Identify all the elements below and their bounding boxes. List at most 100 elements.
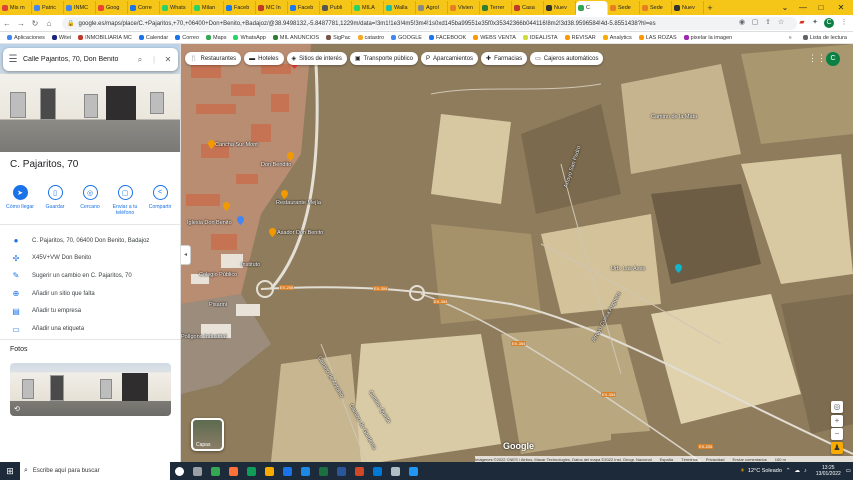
info-row[interactable]: ✣ X45V+VW Don Benito xyxy=(0,251,180,266)
browser-tab[interactable]: Casa xyxy=(512,1,544,14)
chip-transporte-p-blico[interactable]: ▣ Transporte público xyxy=(349,52,418,65)
action-bookmark[interactable]: ▯ Guardar xyxy=(39,185,71,216)
address-bar[interactable]: 🔒 google.es/maps/place/C.+Pajaritos,+70,… xyxy=(62,17,797,30)
file-explorer-icon[interactable] xyxy=(260,462,278,480)
attribution-item[interactable]: 100 m xyxy=(775,457,786,462)
browser-tab[interactable]: Walla xyxy=(384,1,416,14)
action-nearby[interactable]: ◎ Cercano xyxy=(74,185,106,216)
bookmark-item[interactable]: INMOBILIARIA MC xyxy=(78,35,132,41)
bookmark-item[interactable]: Correo xyxy=(175,35,199,41)
info-row[interactable]: ▤ Añadir tu empresa xyxy=(0,304,180,319)
browser-tab[interactable]: C xyxy=(576,1,608,15)
firefox-icon[interactable] xyxy=(224,462,242,480)
bookmark-item[interactable]: MIL ANUNCIOS xyxy=(272,35,319,41)
chip-cajeros-autom-ticos[interactable]: ▭ Cajeros automáticos xyxy=(530,52,604,65)
bookmark-star-icon[interactable]: ☆ xyxy=(776,18,786,28)
edge-icon[interactable] xyxy=(242,462,260,480)
restaurant-pin-icon[interactable] xyxy=(223,202,230,211)
browser-tab[interactable]: Nuev xyxy=(672,1,704,14)
map-label[interactable]: Instituto xyxy=(241,262,260,268)
map-label[interactable]: Camino de la Mata xyxy=(651,114,697,120)
pdf-extension-icon[interactable]: ▰ xyxy=(797,18,807,28)
zoom-out-button[interactable]: − xyxy=(831,428,843,440)
forward-button[interactable]: → xyxy=(14,19,28,28)
excel-icon[interactable] xyxy=(314,462,332,480)
browser-tab[interactable]: Mis m xyxy=(0,1,32,14)
map-label[interactable]: Pisarini xyxy=(209,302,227,308)
powerpoint-icon[interactable] xyxy=(350,462,368,480)
action-directions[interactable]: ➤ Cómo llegar xyxy=(4,185,36,216)
attribution-item[interactable]: Imágenes ©2022 CNES / Airbus, Maxar Tech… xyxy=(475,457,652,462)
attribution-item[interactable]: Enviar comentarios xyxy=(733,457,767,462)
reload-button[interactable]: ↻ xyxy=(28,19,42,28)
notifications-icon[interactable]: ▭ xyxy=(846,468,851,474)
restaurant-pin-icon[interactable] xyxy=(281,190,288,199)
hamburger-menu-icon[interactable]: ☰ xyxy=(3,54,23,65)
tray-chevron-icon[interactable]: ⌃ xyxy=(786,468,791,474)
action-phone[interactable]: ▢ Enviar a tu teléfono xyxy=(109,185,141,216)
back-button[interactable]: ← xyxy=(0,19,14,28)
browser-tab[interactable]: Terrer xyxy=(480,1,512,14)
browser-tab[interactable]: Nuev xyxy=(544,1,576,14)
maps-search-input[interactable] xyxy=(23,56,133,63)
search-icon[interactable]: ⌕ xyxy=(133,55,147,65)
attribution-item[interactable]: Privacidad xyxy=(706,457,725,462)
browser-tab[interactable]: Patric xyxy=(32,1,64,14)
word-icon[interactable] xyxy=(332,462,350,480)
info-row[interactable]: ▭ Añadir una etiqueta xyxy=(0,322,180,337)
bookmark-item[interactable]: Maps xyxy=(206,35,226,41)
map-label[interactable]: Colegio Público xyxy=(199,272,237,278)
bookmark-item[interactable]: IDEALISTA xyxy=(522,35,558,41)
pegman-street-view-icon[interactable]: ♟ xyxy=(831,442,843,454)
account-avatar[interactable]: C xyxy=(826,52,840,66)
my-location-button[interactable]: ◎ xyxy=(831,401,843,413)
collapse-panel-button[interactable]: ◂ xyxy=(181,245,191,265)
browser-tab[interactable]: Sede xyxy=(608,1,640,14)
chip-aparcamientos[interactable]: P Aparcamientos xyxy=(421,52,479,65)
chip-hoteles[interactable]: ▬ Hoteles xyxy=(244,52,284,65)
browser-tab[interactable]: Publi xyxy=(320,1,352,14)
browser-tab[interactable]: Agrol xyxy=(416,1,448,14)
paint-icon[interactable] xyxy=(386,462,404,480)
task-view-icon[interactable] xyxy=(188,462,206,480)
restaurant-pin-icon[interactable] xyxy=(287,152,294,161)
chip-sitios-de-inter-s[interactable]: ◈ Sitios de interés xyxy=(286,52,347,65)
home-icon[interactable]: ⌂ xyxy=(42,19,56,28)
browser-tab[interactable]: Corre xyxy=(128,1,160,14)
reading-list[interactable]: Lista de lectura xyxy=(802,35,847,41)
windows-start-icon[interactable]: ⊞ xyxy=(0,466,20,477)
map-label[interactable]: Asador Don Benito xyxy=(277,230,323,236)
share-page-icon[interactable]: ⇪ xyxy=(763,18,773,28)
bookmark-item[interactable]: Calendar xyxy=(138,35,168,41)
bookmark-item[interactable]: LAS ROZAS xyxy=(638,35,677,41)
bookmark-item[interactable]: Aplicaciones xyxy=(7,35,45,41)
map-label[interactable]: Polígono Industrial xyxy=(181,334,227,340)
attraction-pin-icon[interactable] xyxy=(675,264,682,273)
chrome-icon[interactable] xyxy=(206,462,224,480)
place-photo-thumbnail[interactable]: ⟲ xyxy=(10,363,171,416)
profile-avatar-icon[interactable]: C xyxy=(824,18,834,28)
school-pin-icon[interactable] xyxy=(237,216,244,225)
bookmark-item[interactable]: WhatsApp xyxy=(233,35,266,41)
maps-search-box[interactable]: ☰ ⌕ | ✕ xyxy=(3,48,178,71)
minimize-button[interactable]: — xyxy=(795,0,811,15)
map-label[interactable]: Cancha Sur Mont xyxy=(215,142,258,148)
browser-tab[interactable]: Faceb xyxy=(224,1,256,14)
zoom-in-button[interactable]: + xyxy=(831,415,843,427)
browser-tab[interactable]: Faceb xyxy=(288,1,320,14)
bookmark-item[interactable]: SigPac xyxy=(326,35,351,41)
new-tab-button[interactable]: + xyxy=(704,3,716,13)
close-window-button[interactable]: ✕ xyxy=(833,0,849,15)
action-share[interactable]: < Compartir xyxy=(144,185,176,216)
menu-kebab-icon[interactable]: ⋮ xyxy=(839,18,849,28)
map-label[interactable]: Restaurante Mejía xyxy=(276,200,321,206)
location-icon[interactable]: ◉ xyxy=(737,18,747,28)
media-icon[interactable] xyxy=(278,462,296,480)
cortana-icon[interactable] xyxy=(170,462,188,480)
taskbar-clock[interactable]: 13:25 13/01/2022 xyxy=(816,465,841,477)
lock-icon[interactable]: 🔒 xyxy=(67,20,74,27)
bookmark-item[interactable]: Witei xyxy=(51,35,71,41)
taskbar-search-box[interactable]: ⌕ Escribe aquí para buscar xyxy=(20,462,170,480)
bookmark-item[interactable]: catastro xyxy=(357,35,384,41)
map-label[interactable]: Urb. Las Aves xyxy=(611,266,645,272)
